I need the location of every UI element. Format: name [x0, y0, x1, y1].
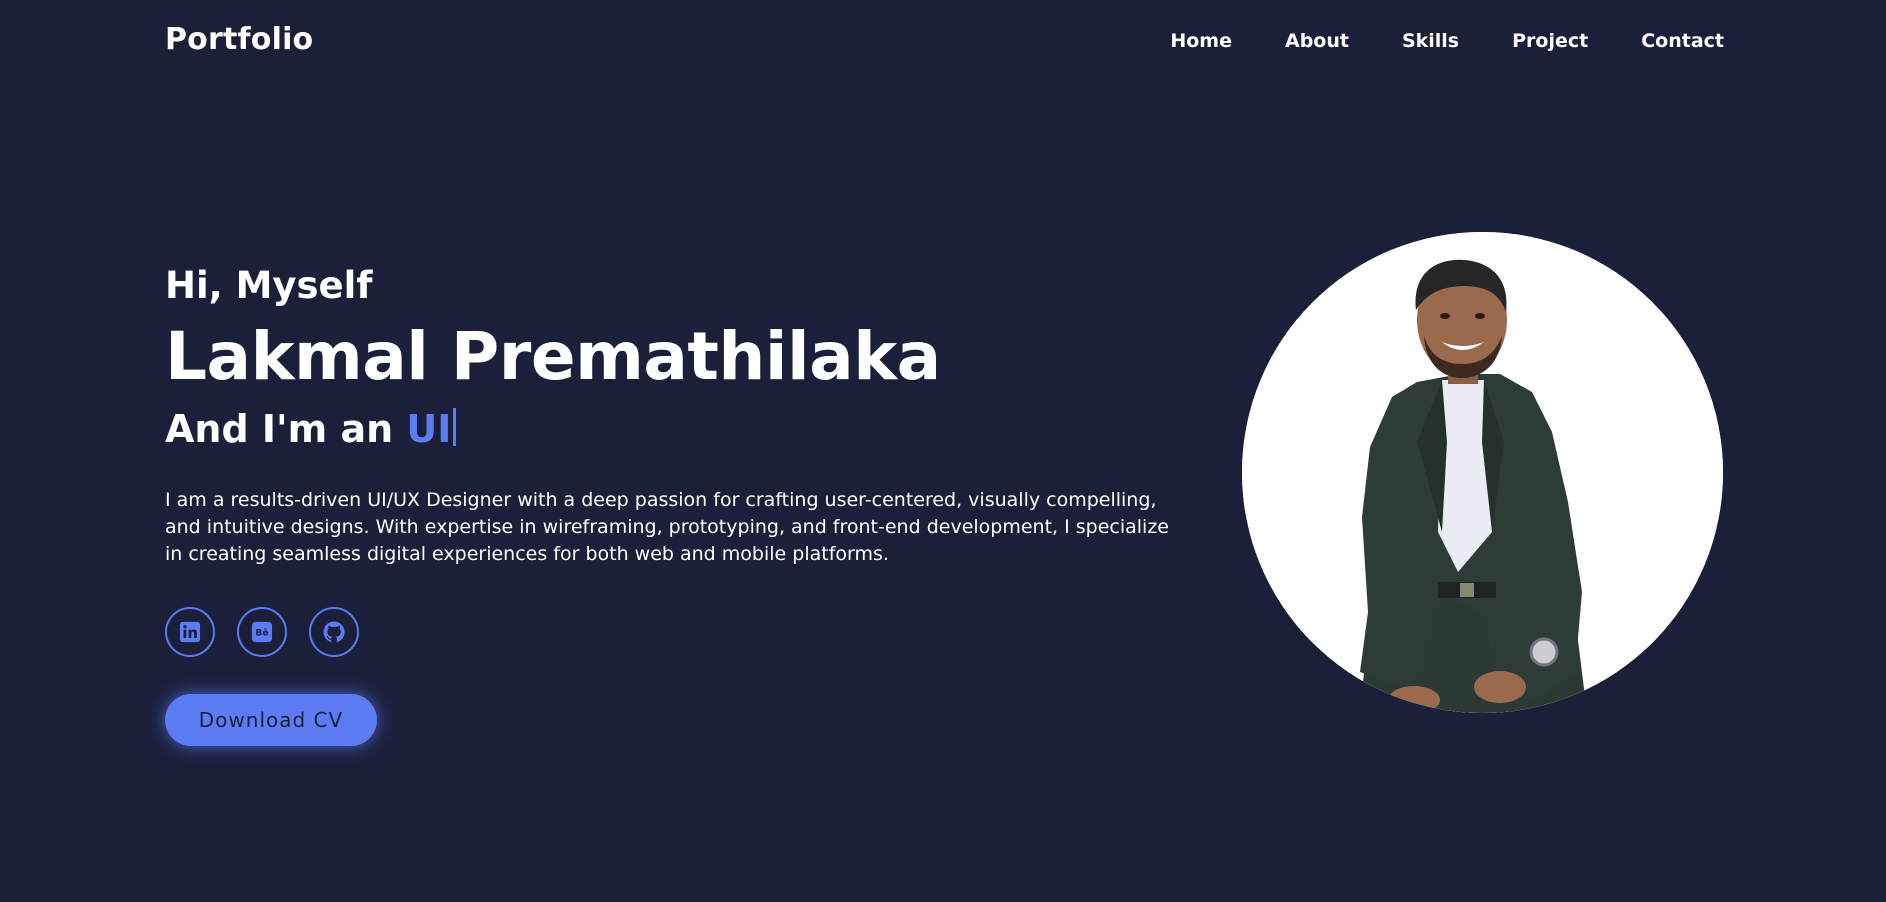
behance-icon: Bē [251, 621, 273, 643]
role-prefix: And I'm an [165, 407, 394, 451]
hero-role: And I'm an UI [165, 404, 1175, 454]
nav-contact-link[interactable]: Contact [1641, 30, 1724, 52]
github-link[interactable] [309, 607, 359, 657]
site-header: Portfolio Home About Skills Project Cont… [0, 0, 1886, 84]
download-cv-button[interactable]: Download CV [165, 694, 377, 746]
portfolio-page: Portfolio Home About Skills Project Cont… [0, 0, 1886, 902]
nav-skills-link[interactable]: Skills [1402, 30, 1459, 52]
hero-greeting: Hi, Myself [165, 264, 373, 307]
hero-name: Lakmal Premathilaka [165, 318, 941, 395]
github-icon [322, 620, 346, 644]
nav-about-link[interactable]: About [1285, 30, 1349, 52]
social-links: Bē [165, 607, 1175, 657]
linkedin-icon [179, 621, 201, 643]
hero-section: Hi, Myself Lakmal Premathilaka And I'm a… [165, 262, 1175, 746]
logo[interactable]: Portfolio [165, 22, 313, 57]
hero-bio: I am a results-driven UI/UX Designer wit… [165, 489, 1169, 565]
profile-avatar [1242, 232, 1723, 713]
linkedin-link[interactable] [165, 607, 215, 657]
nav-project-link[interactable]: Project [1512, 30, 1588, 52]
main-nav: Home About Skills Project Contact [1170, 30, 1724, 52]
profile-portrait [1242, 232, 1723, 713]
behance-link[interactable]: Bē [237, 607, 287, 657]
nav-home-link[interactable]: Home [1170, 30, 1232, 52]
typing-caret [453, 408, 457, 446]
role-typed-text: UI [406, 407, 452, 451]
svg-text:Bē: Bē [255, 628, 268, 639]
